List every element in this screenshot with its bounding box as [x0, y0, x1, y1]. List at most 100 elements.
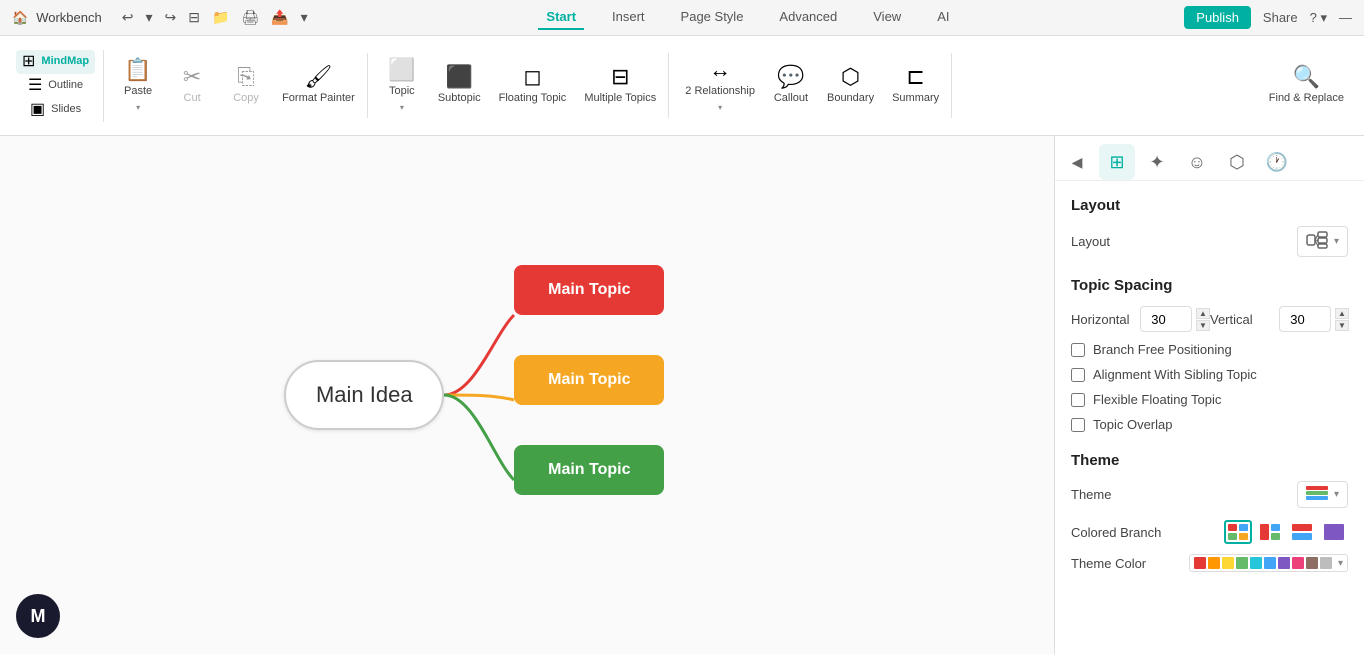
- tab-view[interactable]: View: [865, 5, 909, 30]
- share-button[interactable]: Share: [1263, 10, 1298, 25]
- alignment-sibling-label[interactable]: Alignment With Sibling Topic: [1093, 367, 1257, 382]
- branch-opt-3[interactable]: [1288, 520, 1316, 544]
- more-button[interactable]: ▾: [297, 7, 312, 28]
- subtopic-label: Subtopic: [438, 92, 481, 105]
- subtopic-button[interactable]: ⬛ Subtopic: [430, 60, 489, 111]
- palette-arrow[interactable]: ▾: [1338, 558, 1343, 569]
- multiple-topics-label: Multiple Topics: [584, 92, 656, 105]
- horizontal-spacing: Horizontal ▲ ▼: [1071, 306, 1210, 332]
- central-node[interactable]: Main Idea: [284, 360, 444, 430]
- panel-tabs: ◀ ⊞ ✦ ☺ ⬡ 🕐: [1055, 136, 1364, 181]
- paste-button[interactable]: 📋 Paste ▾: [112, 53, 164, 117]
- right-panel: ◀ ⊞ ✦ ☺ ⬡ 🕐 Layout Layout: [1054, 136, 1364, 654]
- layout-dropdown-arrow: ▾: [1334, 236, 1339, 247]
- branch-opt-4[interactable]: [1320, 520, 1348, 544]
- topic-node-1[interactable]: Main Topic: [514, 265, 664, 315]
- undo-dropdown[interactable]: ▾: [141, 7, 156, 28]
- publish-button[interactable]: Publish: [1184, 6, 1251, 29]
- horizontal-spin-up[interactable]: ▲: [1196, 308, 1210, 319]
- panel-tab-ai[interactable]: ✦: [1139, 144, 1175, 180]
- format-painter-button[interactable]: 🖌 Format Painter: [274, 60, 363, 111]
- summary-button[interactable]: ⊏ Summary: [884, 60, 947, 111]
- central-node-text: Main Idea: [316, 382, 413, 408]
- clock-tab-icon: 🕐: [1266, 152, 1288, 173]
- topic-overlap-checkbox[interactable]: [1071, 418, 1085, 432]
- topic-label: Topic: [389, 85, 415, 98]
- grid-view-button[interactable]: ⊟: [184, 7, 204, 28]
- mindmap-icon: ⊞: [22, 54, 35, 70]
- boundary-button[interactable]: ⬡ Boundary: [819, 60, 882, 111]
- tab-advanced[interactable]: Advanced: [771, 5, 845, 30]
- color-6: [1264, 557, 1276, 569]
- panel-tab-clock[interactable]: 🕐: [1259, 144, 1295, 180]
- slides-label: Slides: [51, 103, 81, 116]
- callout-button[interactable]: 💬 Callout: [765, 60, 817, 111]
- canvas[interactable]: Main Idea Main Topic Main Topic Main Top…: [0, 136, 1054, 654]
- panel-tab-layout[interactable]: ⊞: [1099, 144, 1135, 180]
- outline-icon: ☰: [28, 78, 42, 94]
- topic-node-2[interactable]: Main Topic: [514, 355, 664, 405]
- cut-button[interactable]: ✂ Cut: [166, 60, 218, 111]
- format-painter-icon: 🖌: [304, 66, 332, 88]
- tab-insert[interactable]: Insert: [604, 5, 653, 30]
- floating-topic-label: Floating Topic: [499, 92, 567, 105]
- theme-dropdown-arrow: ▾: [1334, 489, 1339, 500]
- layout-tab-icon: ⊞: [1109, 152, 1124, 173]
- horizontal-input[interactable]: [1140, 306, 1192, 332]
- flexible-floating-checkbox[interactable]: [1071, 393, 1085, 407]
- branch-free-label[interactable]: Branch Free Positioning: [1093, 342, 1232, 357]
- color-1: [1194, 557, 1206, 569]
- branch-opt-1[interactable]: [1224, 520, 1252, 544]
- ai-tab-icon: ✦: [1149, 152, 1164, 173]
- layout-select[interactable]: ▾: [1297, 226, 1348, 257]
- topic-button[interactable]: ⬜ Topic ▾: [376, 53, 428, 117]
- toolbar-mindmap[interactable]: ⊞ MindMap: [16, 50, 95, 74]
- vertical-spin-up[interactable]: ▲: [1335, 308, 1349, 319]
- copy-icon: ⎘: [237, 66, 255, 88]
- tab-page-style[interactable]: Page Style: [673, 5, 752, 30]
- undo-button[interactable]: ↩: [118, 7, 138, 28]
- vertical-input[interactable]: [1279, 306, 1331, 332]
- spacing-section-title: Topic Spacing: [1071, 277, 1348, 294]
- branch-free-checkbox[interactable]: [1071, 343, 1085, 357]
- color-palette[interactable]: ▾: [1189, 554, 1348, 572]
- panel-tab-shapes[interactable]: ⬡: [1219, 144, 1255, 180]
- layout-select-icon: [1306, 231, 1328, 252]
- collapse-window-button[interactable]: —: [1339, 10, 1352, 25]
- spacing-section: Topic Spacing Horizontal ▲ ▼ Vertical: [1071, 277, 1348, 432]
- topic-overlap-label[interactable]: Topic Overlap: [1093, 417, 1172, 432]
- branch-opt-2[interactable]: [1256, 520, 1284, 544]
- horizontal-spin-down[interactable]: ▼: [1196, 320, 1210, 331]
- flexible-floating-label[interactable]: Flexible Floating Topic: [1093, 392, 1221, 407]
- app-logo-icon: 🏠: [12, 10, 28, 26]
- find-replace-label: Find & Replace: [1269, 92, 1344, 105]
- topic-group: ⬜ Topic ▾ ⬛ Subtopic ◻ Floating Topic ⊟ …: [372, 53, 669, 117]
- print-button[interactable]: 🖨: [237, 7, 263, 28]
- tab-ai[interactable]: AI: [929, 5, 957, 30]
- theme-select[interactable]: ▾: [1297, 481, 1348, 508]
- vertical-spin-down[interactable]: ▼: [1335, 320, 1349, 331]
- copy-button[interactable]: ⎘ Copy: [220, 60, 272, 111]
- vertical-label: Vertical: [1210, 312, 1275, 327]
- find-replace-button[interactable]: 🔍 Find & Replace: [1261, 60, 1352, 111]
- relationship-button[interactable]: ↔ 2 Relationship ▾: [677, 53, 763, 117]
- relationship-group: ↔ 2 Relationship ▾ 💬 Callout ⬡ Boundary …: [673, 53, 952, 117]
- help-button[interactable]: ? ▾: [1310, 10, 1327, 26]
- folder-button[interactable]: 📁: [208, 7, 233, 28]
- panel-tab-emoji[interactable]: ☺: [1179, 144, 1215, 180]
- theme-select-row: Theme ▾: [1071, 481, 1348, 508]
- flexible-floating-row: Flexible Floating Topic: [1071, 392, 1348, 407]
- toolbar-outline[interactable]: ☰ Outline: [22, 74, 89, 98]
- topic-node-3[interactable]: Main Topic: [514, 445, 664, 495]
- floating-topic-button[interactable]: ◻ Floating Topic: [491, 60, 575, 111]
- redo-button[interactable]: ↪: [160, 7, 180, 28]
- boundary-label: Boundary: [827, 92, 874, 105]
- panel-collapse-button[interactable]: ◀: [1063, 148, 1091, 176]
- alignment-sibling-checkbox[interactable]: [1071, 368, 1085, 382]
- color-10: [1320, 557, 1332, 569]
- multiple-topics-button[interactable]: ⊟ Multiple Topics: [576, 60, 664, 111]
- toolbar-slides[interactable]: ▣ Slides: [24, 98, 87, 122]
- export-button[interactable]: 📤: [267, 7, 292, 28]
- tab-start[interactable]: Start: [538, 5, 584, 30]
- topic-icon: ⬜: [388, 59, 415, 81]
